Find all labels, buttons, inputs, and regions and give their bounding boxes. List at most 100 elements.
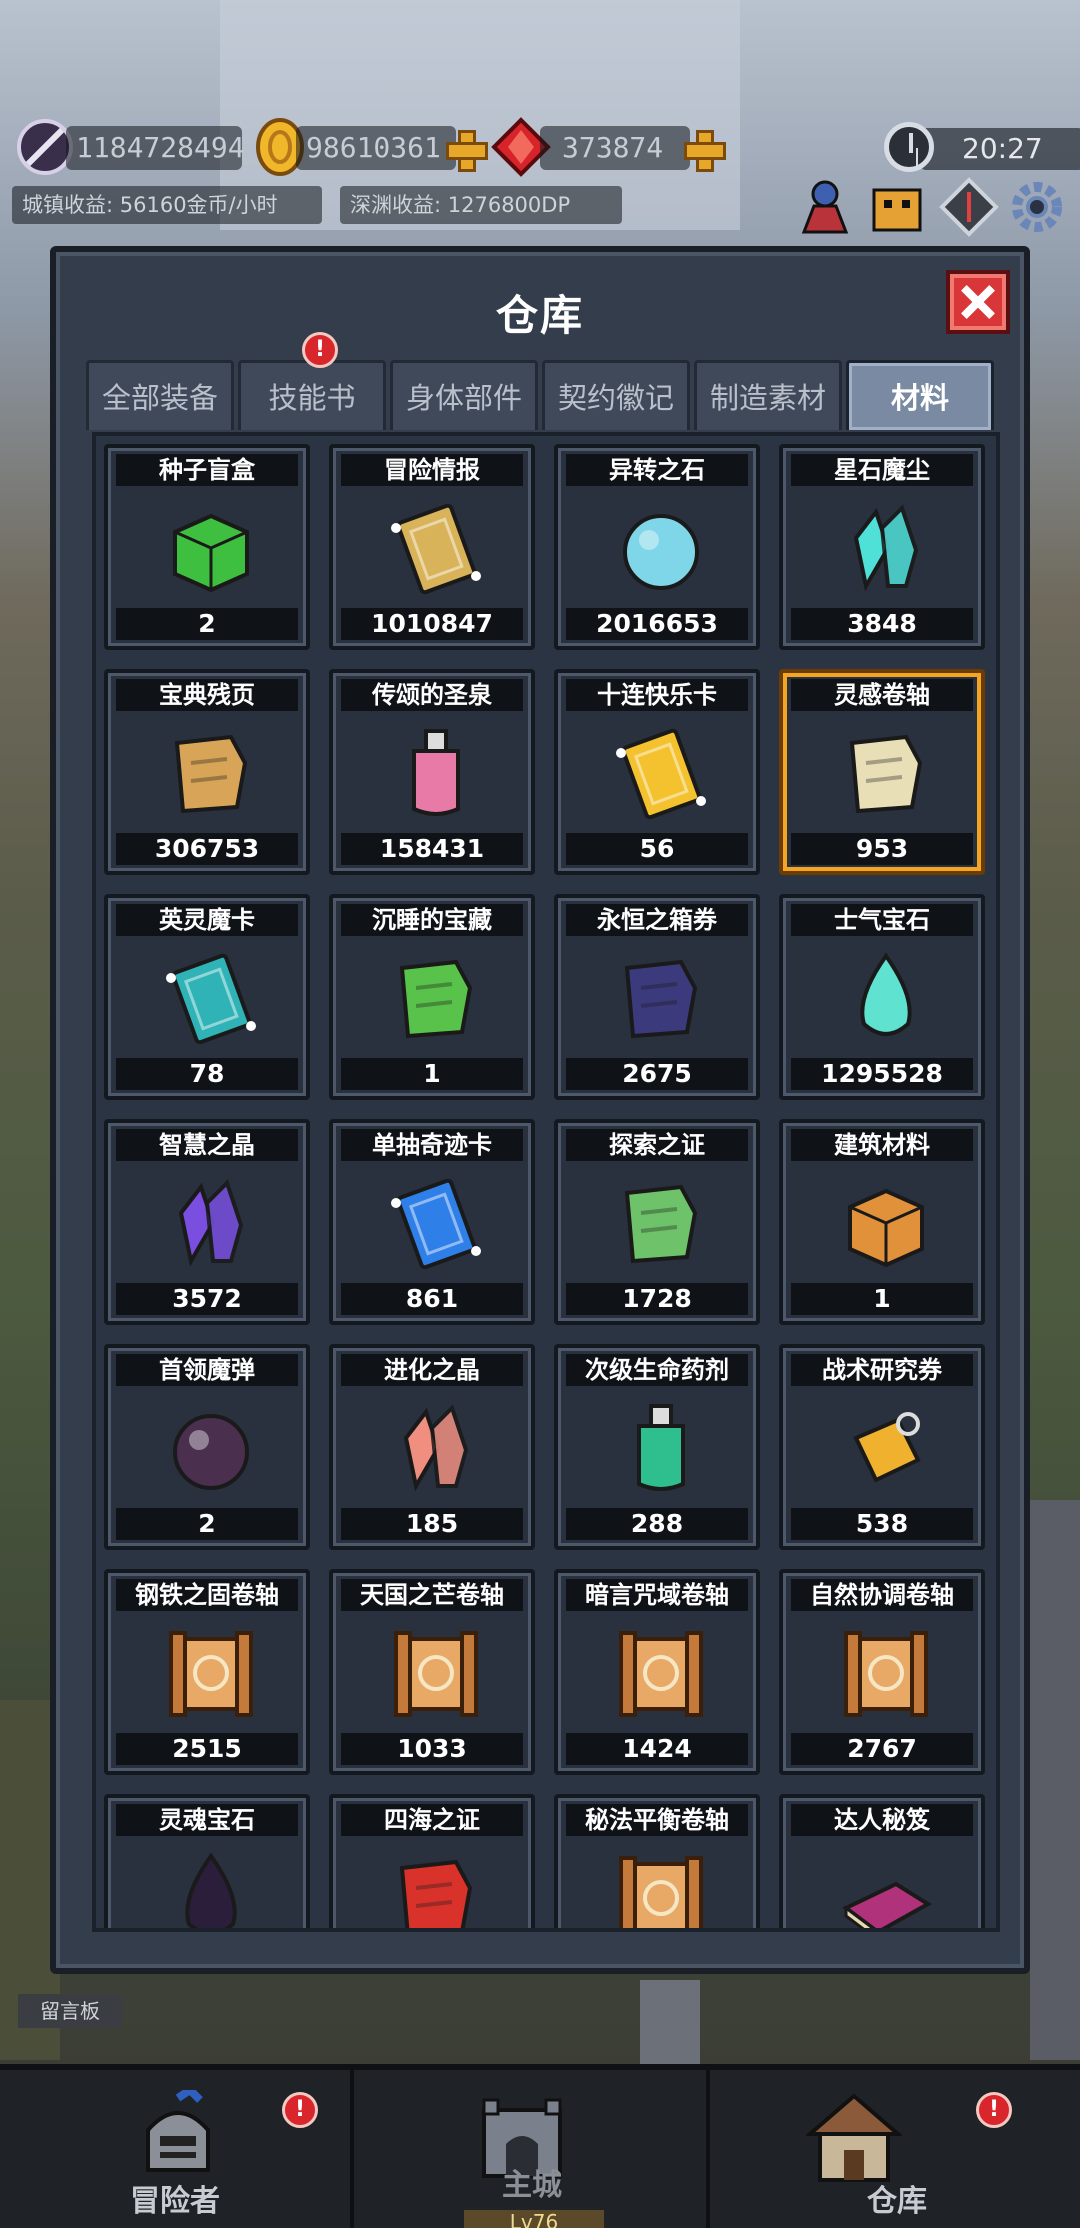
item-slot[interactable]: 天国之芒卷轴 1033 (329, 1569, 535, 1775)
item-quantity: 2515 (116, 1733, 298, 1765)
item-name: 次级生命药剂 (566, 1354, 748, 1386)
item-quantity: 2016653 (566, 608, 748, 640)
bottom-nav-bar: 冒险者 ! 主城 Lv76 仓库 ! (0, 2064, 1080, 2228)
teal-card-icon (166, 953, 256, 1045)
item-slot[interactable]: 英灵魔卡 78 (104, 894, 310, 1100)
item-name: 士气宝石 (791, 904, 973, 936)
item-slot[interactable]: 灵感卷轴 953 (779, 669, 985, 875)
map-scroll-icon (624, 1184, 698, 1264)
scroll-nature-icon (844, 1631, 928, 1717)
item-slot[interactable]: 永恒之箱券 2675 (554, 894, 760, 1100)
item-name: 灵感卷轴 (791, 679, 973, 711)
compass-icon[interactable] (938, 176, 1000, 238)
time-display: 20:27 (920, 128, 1080, 170)
item-slot[interactable]: 单抽奇迹卡 861 (329, 1119, 535, 1325)
item-slot[interactable]: 秘法平衡卷轴 (554, 1794, 760, 1928)
close-button[interactable] (946, 270, 1010, 334)
scroll-heaven-icon (394, 1631, 478, 1717)
item-slot[interactable]: 进化之晶 185 (329, 1344, 535, 1550)
item-quantity: 78 (116, 1058, 298, 1090)
tab-all-equipment[interactable]: 全部装备 (86, 360, 234, 430)
item-quantity: 185 (341, 1508, 523, 1540)
item-name: 单抽奇迹卡 (341, 1129, 523, 1161)
gold-card-icon (616, 728, 706, 820)
pet-icon[interactable] (866, 176, 928, 238)
scroll-dark-icon (619, 1631, 703, 1717)
nav-main-city[interactable]: 主城 Lv76 (358, 2070, 710, 2228)
purple-crystal-icon (178, 1179, 244, 1267)
add-gold-button[interactable] (446, 130, 488, 172)
nav-warehouse-label: 仓库 (867, 2184, 927, 2219)
gear-icon[interactable] (1006, 176, 1068, 238)
item-quantity: 1 (341, 1058, 523, 1090)
item-quantity: 953 (791, 833, 973, 865)
party-icon[interactable] (794, 176, 856, 238)
item-name: 钢铁之固卷轴 (116, 1579, 298, 1611)
item-quantity: 306753 (116, 833, 298, 865)
item-slot[interactable]: 沉睡的宝藏 1 (329, 894, 535, 1100)
abyss-income: 深渊收益: 1276800DP (340, 186, 622, 224)
nav-adventurers[interactable]: 冒险者 ! (0, 2070, 354, 2228)
item-slot[interactable]: 探索之证 1728 (554, 1119, 760, 1325)
item-slot[interactable]: 智慧之晶 3572 (104, 1119, 310, 1325)
item-name: 进化之晶 (341, 1354, 523, 1386)
tab-body-parts[interactable]: 身体部件 (390, 360, 538, 430)
item-slot[interactable]: 种子盲盒 2 (104, 444, 310, 650)
crystal-dust-icon (853, 504, 919, 592)
add-gems-button[interactable] (684, 130, 726, 172)
brick-block-icon (848, 1188, 924, 1268)
dark-scroll-icon (624, 959, 698, 1039)
gold-value: 98610361 (296, 126, 456, 170)
item-quantity: 1424 (566, 1733, 748, 1765)
tab-skill-books[interactable]: 技能书 (238, 360, 386, 430)
item-slot[interactable]: 钢铁之固卷轴 2515 (104, 1569, 310, 1775)
item-slot[interactable]: 十连快乐卡 56 (554, 669, 760, 875)
message-board-label[interactable]: 留言板 (18, 1994, 122, 2028)
item-quantity: 56 (566, 833, 748, 865)
item-slot[interactable]: 士气宝石 1295528 (779, 894, 985, 1100)
tab-contract-emblems[interactable]: 契约徽记 (542, 360, 690, 430)
item-quantity: 538 (791, 1508, 973, 1540)
item-slot[interactable]: 灵魂宝石 (104, 1794, 310, 1928)
bg-pillar (640, 1980, 700, 2064)
green-vial-icon (637, 1404, 685, 1491)
item-slot[interactable]: 建筑材料 1 (779, 1119, 985, 1325)
house-icon (806, 2093, 902, 2182)
item-slot[interactable]: 四海之证 (329, 1794, 535, 1928)
item-quantity: 1033 (341, 1733, 523, 1765)
item-slot[interactable]: 传颂的圣泉 158431 (329, 669, 535, 875)
item-name: 达人秘笈 (791, 1804, 973, 1836)
item-name: 探索之证 (566, 1129, 748, 1161)
item-quantity: 861 (341, 1283, 523, 1315)
item-slot[interactable]: 战术研究券 538 (779, 1344, 985, 1550)
gems-value: 373874 (540, 126, 690, 170)
item-name: 建筑材料 (791, 1129, 973, 1161)
tab-crafting-materials[interactable]: 制造素材 (694, 360, 842, 430)
item-slot[interactable]: 冒险情报 1010847 (329, 444, 535, 650)
item-name: 传颂的圣泉 (341, 679, 523, 711)
item-name: 种子盲盒 (116, 454, 298, 486)
item-slot[interactable]: 次级生命药剂 288 (554, 1344, 760, 1550)
tab-materials[interactable]: 材料 (846, 360, 994, 430)
potion-flask-icon (412, 729, 460, 816)
item-name: 暗言咒域卷轴 (566, 1579, 748, 1611)
soul-gem-icon (185, 1852, 237, 1928)
nav-warehouse[interactable]: 仓库 ! (714, 2070, 1080, 2228)
item-name: 四海之证 (341, 1804, 523, 1836)
item-slot[interactable]: 首领魔弹 2 (104, 1344, 310, 1550)
item-slot[interactable]: 暗言咒域卷轴 1424 (554, 1569, 760, 1775)
item-slot[interactable]: 异转之石 2016653 (554, 444, 760, 650)
item-slot[interactable]: 星石魔尘 3848 (779, 444, 985, 650)
item-slot[interactable]: 宝典残页 306753 (104, 669, 310, 875)
nav-main-city-label: 主城 (502, 2168, 562, 2203)
prism-orb-icon (623, 514, 699, 590)
warehouse-alert-badge: ! (976, 2092, 1012, 2128)
item-quantity: 2 (116, 608, 298, 640)
item-name: 永恒之箱券 (566, 904, 748, 936)
item-name: 宝典残页 (116, 679, 298, 711)
blue-card-icon (391, 1178, 481, 1270)
item-slot[interactable]: 达人秘笈 (779, 1794, 985, 1928)
item-slot[interactable]: 自然协调卷轴 2767 (779, 1569, 985, 1775)
item-quantity: 1 (791, 1283, 973, 1315)
item-quantity: 1295528 (791, 1058, 973, 1090)
